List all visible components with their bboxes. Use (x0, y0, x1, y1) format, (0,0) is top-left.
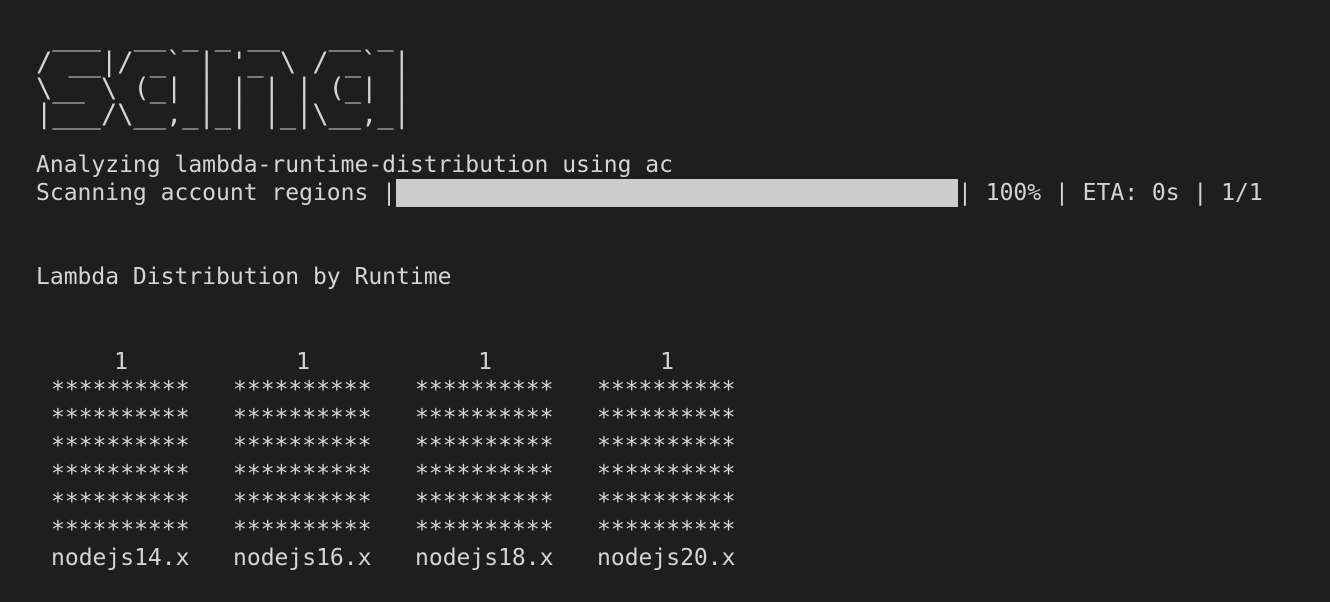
chart-bar: ********** ********** ********** *******… (233, 377, 372, 543)
terminal-window: ___ __ _ _ __ __ _ / __|/ _` | '_ \ / _`… (0, 0, 1330, 602)
chart-category-label: nodejs18.x (415, 545, 554, 571)
chart-column: ********** ********** ********** *******… (36, 0, 206, 602)
chart-column: ********** ********** ********** *******… (582, 0, 752, 602)
chart-column: ********** ********** ********** *******… (218, 0, 388, 602)
chart-category-label: nodejs14.x (51, 545, 190, 571)
chart-value-label: 1 (478, 349, 492, 375)
chart-bar: ********** ********** ********** *******… (51, 377, 190, 543)
chart-category-label: nodejs16.x (233, 545, 372, 571)
chart-bar: ********** ********** ********** *******… (415, 377, 554, 543)
chart-value-label: 1 (296, 349, 310, 375)
chart-value-label: 1 (114, 349, 128, 375)
runtime-distribution-chart: ********** ********** ********** *******… (0, 0, 1330, 602)
chart-bar: ********** ********** ********** *******… (597, 377, 736, 543)
chart-category-label: nodejs20.x (597, 545, 736, 571)
chart-column: ********** ********** ********** *******… (400, 0, 570, 602)
chart-value-label: 1 (660, 349, 674, 375)
